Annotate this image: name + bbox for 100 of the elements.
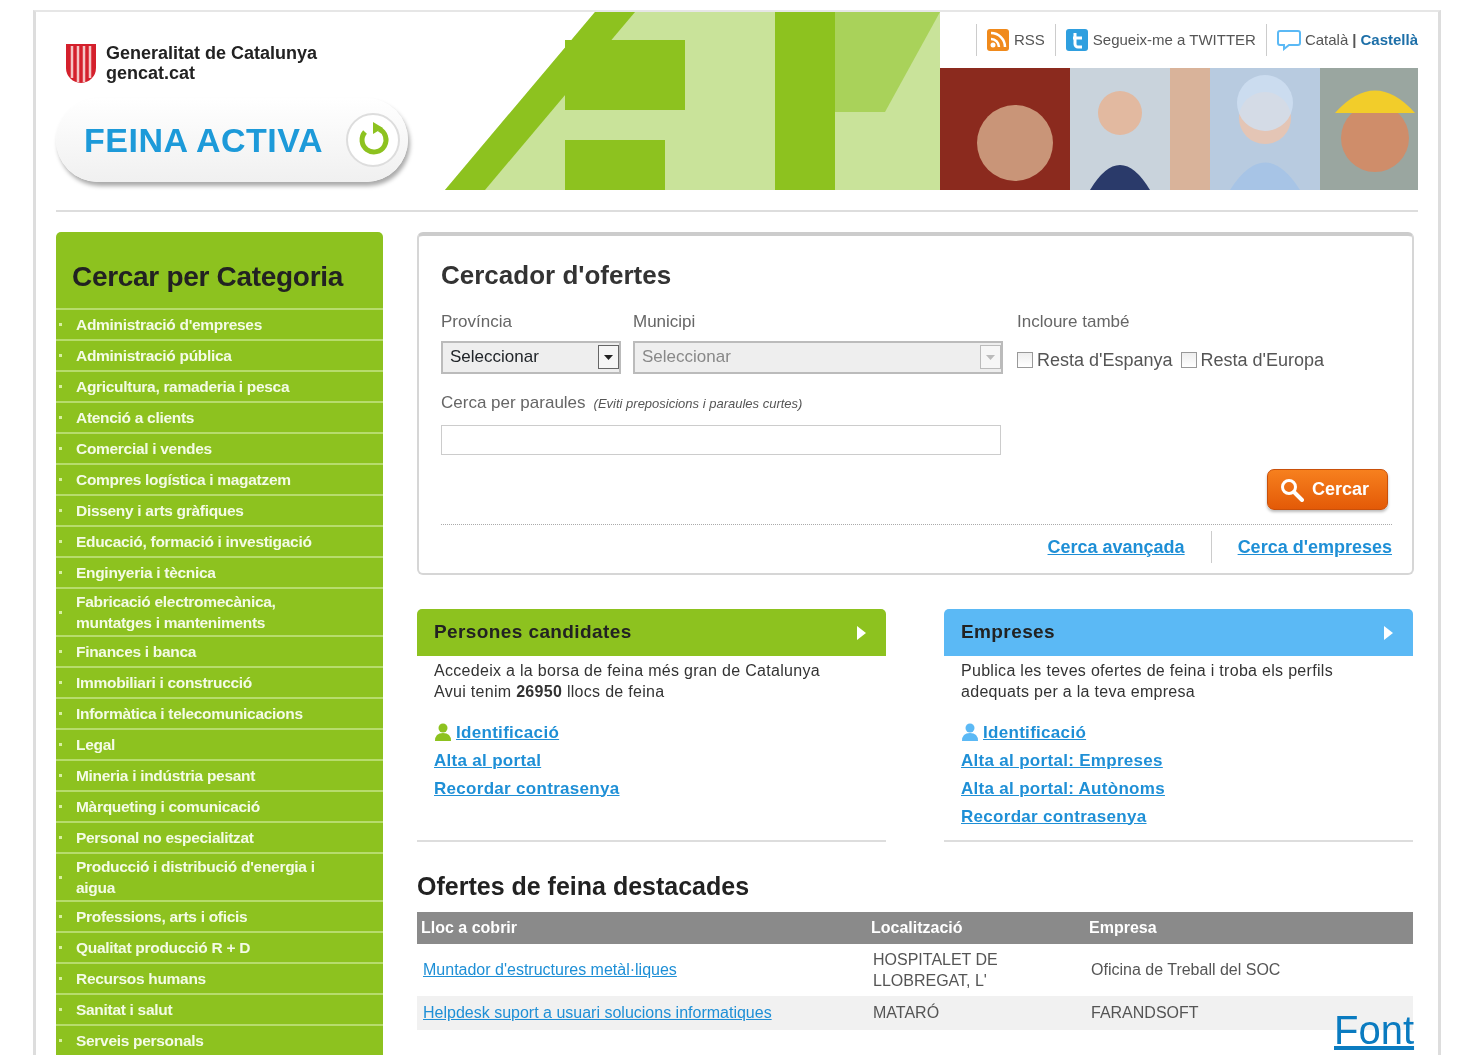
checkbox-label: Resta d'Espanya — [1037, 348, 1173, 372]
portal-link[interactable]: Alta al portal: Autònoms — [961, 777, 1165, 799]
bullet-icon — [59, 946, 62, 949]
field-hint: (Eviti preposicions i paraules curtes) — [593, 394, 803, 413]
refresh-icon — [344, 112, 401, 168]
category-link[interactable]: Enginyeria i tècnica — [76, 562, 216, 583]
category-link[interactable]: Compres logística i magatzem — [76, 469, 291, 490]
bullet-icon — [59, 323, 62, 326]
category-link[interactable]: Informàtica i telecomunicacions — [76, 703, 303, 724]
bullet-icon — [59, 1008, 62, 1011]
user-icon — [434, 723, 452, 741]
category-link[interactable]: Recursos humans — [76, 968, 206, 989]
search-link[interactable]: Cerca avançada — [1047, 533, 1185, 561]
twitter-link[interactable]: Segueix-me a TWITTER — [1065, 28, 1256, 52]
category-link[interactable]: Administració d'empreses — [76, 314, 262, 335]
brand-domain: gencat.cat — [106, 63, 197, 83]
bullet-icon — [59, 509, 62, 512]
panel-text: Publica les teves ofertes de feina i troba els perfils adequats per a la teva empresa — [961, 661, 1334, 702]
category-link[interactable]: Finances i banca — [76, 641, 197, 662]
category-link[interactable]: Professions, arts i oficis — [76, 906, 248, 927]
category-link[interactable]: Sanitat i salut — [76, 999, 173, 1020]
category-link[interactable]: Legal — [76, 734, 115, 755]
emblem-icon — [64, 42, 98, 84]
panel-text: Avui tenim 26950 llocs de feina — [434, 682, 666, 702]
portal-link[interactable]: Alta al portal — [434, 749, 542, 771]
arrow-right-icon — [1384, 625, 1393, 640]
portal-link[interactable]: Identificació — [983, 721, 1087, 743]
rss-link[interactable]: RSS — [986, 28, 1045, 52]
portal-link[interactable]: Recordar contrasenya — [961, 805, 1147, 827]
table-cell: FARANDSOFT — [1091, 1004, 1199, 1021]
bullet-icon — [59, 712, 62, 715]
speech-bubble-icon — [1276, 29, 1301, 51]
language-link[interactable]: Castellà — [1360, 28, 1418, 52]
bullet-icon — [59, 977, 62, 980]
checkbox[interactable] — [1017, 352, 1033, 368]
bullet-icon — [59, 915, 62, 918]
category-link[interactable]: Immobiliari i construcció — [76, 672, 252, 693]
column-header: Lloc a cobrir — [417, 911, 867, 944]
select-field[interactable]: Seleccionar — [441, 340, 621, 374]
portal-link[interactable]: Identificació — [456, 721, 560, 743]
panel-title: Cercar per Categoria — [71, 260, 345, 294]
bullet-icon — [59, 416, 62, 419]
category-link[interactable]: Màrqueting i comunicació — [76, 796, 260, 817]
table-cell: HOSPITALET DE LLOBREGAT, L' — [873, 950, 998, 989]
category-link[interactable]: Serveis personals — [76, 1030, 204, 1051]
field-label: Municipi — [633, 311, 697, 333]
column-header: Empresa — [1085, 911, 1413, 944]
arrow-right-icon — [857, 625, 866, 640]
table-cell: MATARÓ — [873, 1004, 940, 1021]
language-separator: | — [1352, 29, 1357, 50]
section-title: Ofertes de feina destacades — [417, 871, 751, 902]
bullet-icon — [59, 875, 62, 879]
table-cell: Oficina de Treball del SOC — [1091, 961, 1281, 978]
search-link[interactable]: Cerca d'empreses — [1237, 533, 1392, 561]
portal-link[interactable]: Recordar contrasenya — [434, 777, 620, 799]
category-link[interactable]: Agricultura, ramaderia i pesca — [76, 376, 290, 397]
search-icon — [1279, 477, 1304, 502]
category-link[interactable]: Personal no especialitzat — [76, 827, 254, 848]
panel-text: Accedeix a la borsa de feina més gran de Catalunya — [434, 661, 821, 681]
category-link[interactable]: Qualitat producció R + D — [76, 937, 251, 958]
twitter-icon — [1065, 29, 1088, 51]
keyword-input-field[interactable] — [441, 425, 1001, 455]
checkbox-label: Resta d'Europa — [1200, 348, 1325, 372]
product-name: FEINA ACTIVA — [84, 119, 323, 161]
bullet-icon — [59, 743, 62, 746]
search-title: Cercador d'ofertes — [441, 259, 673, 292]
bullet-icon — [59, 650, 62, 653]
category-link[interactable]: Mineria i indústria pesant — [76, 765, 256, 786]
category-link[interactable]: Atenció a clients — [76, 407, 195, 428]
bullet-icon — [59, 610, 62, 614]
bullet-icon — [59, 385, 62, 388]
category-link[interactable]: Administració pública — [76, 345, 232, 366]
user-icon — [961, 723, 979, 741]
bullet-icon — [59, 571, 62, 574]
job-link[interactable]: Muntador d'estructures metàl·liques — [423, 960, 677, 978]
category-link[interactable]: Educació, formació i investigació — [76, 531, 312, 552]
source-link[interactable]: Font — [1334, 1008, 1415, 1052]
checkbox[interactable] — [1180, 352, 1197, 368]
bullet-icon — [59, 805, 62, 808]
category-link[interactable]: Fabricació electromecànica, muntatges i manteniments — [76, 591, 348, 633]
field-label: Cerca per paraules — [441, 391, 586, 414]
bullet-icon — [59, 1039, 62, 1042]
panel-header[interactable]: Persones candidates — [417, 609, 886, 656]
bullet-icon — [59, 540, 62, 543]
panel-header[interactable]: Empreses — [944, 609, 1413, 656]
field-label: Incloure també — [1017, 311, 1131, 333]
bullet-icon — [59, 354, 62, 357]
bullet-icon — [59, 774, 62, 777]
search-button[interactable]: Cercar — [1266, 469, 1388, 510]
brand-name: Generalitat de Catalunya — [106, 43, 318, 63]
bullet-icon — [59, 681, 62, 684]
category-link[interactable]: Disseny i arts gràfiques — [76, 500, 244, 521]
portal-link[interactable]: Alta al portal: Empreses — [961, 749, 1163, 771]
bullet-icon — [59, 447, 62, 450]
category-link[interactable]: Producció i distribució d'energia i aigua — [76, 856, 348, 898]
bullet-icon — [59, 478, 62, 481]
bullet-icon — [59, 836, 62, 839]
language-link[interactable]: Català — [1304, 28, 1349, 52]
category-link[interactable]: Comercial i vendes — [76, 438, 212, 459]
column-header: Localització — [867, 911, 1085, 944]
